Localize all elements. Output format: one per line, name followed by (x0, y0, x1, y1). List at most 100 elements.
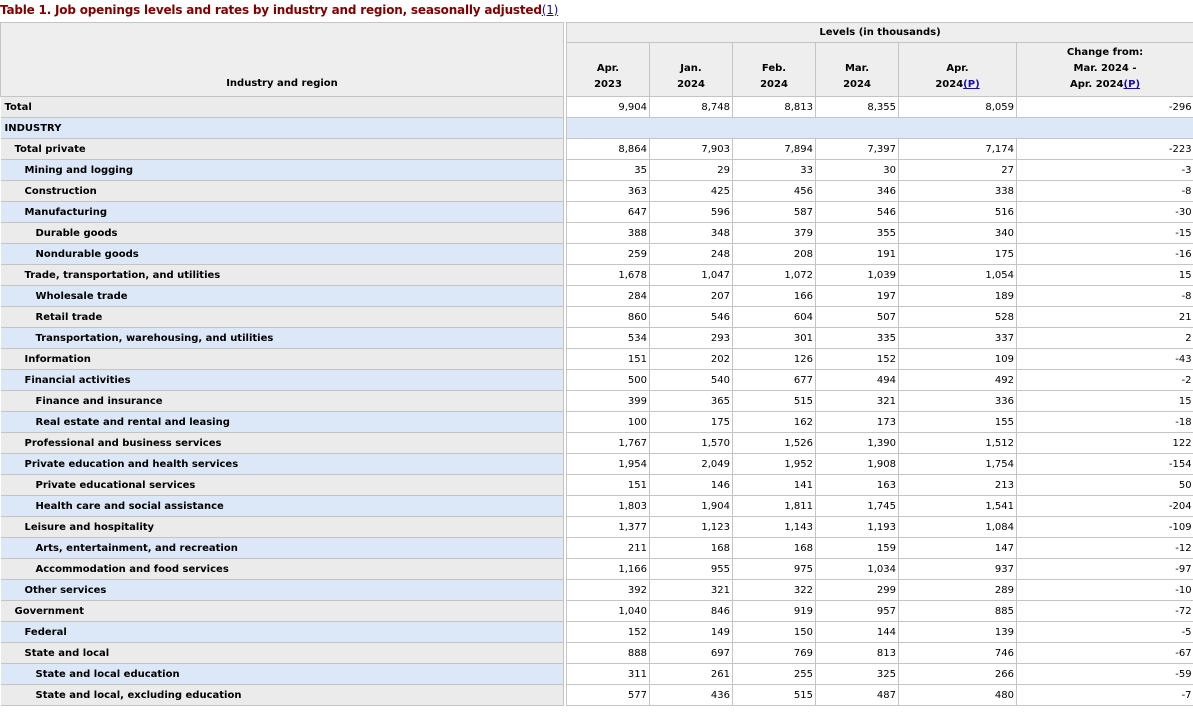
level-cell: 647 (566, 201, 650, 223)
level-cell: 213 (898, 474, 1017, 496)
row-label: Accommodation and food services (0, 558, 564, 580)
level-cell: 388 (566, 222, 650, 244)
level-cell: 1,954 (566, 453, 650, 475)
level-cell: 152 (566, 621, 650, 643)
row-label: Other services (0, 579, 564, 601)
level-cell: 151 (566, 348, 650, 370)
level-cell: 937 (898, 558, 1017, 580)
change-column-header: Change from: Mar. 2024 - Apr. 2024(P) (1015, 42, 1193, 97)
table-row: Private educational services 151 146 141 163… (0, 474, 1193, 496)
table-caption: Table 1. Job openings levels and rates b… (0, 3, 558, 20)
change-cell: -3 (1015, 159, 1193, 181)
job-openings-table: Industry and region Levels (in thousands… (0, 22, 1193, 706)
level-cell: 7,894 (732, 138, 816, 160)
level-cell: 168 (649, 537, 733, 559)
level-cell: 322 (732, 579, 816, 601)
levels-header: Levels (in thousands) (565, 22, 1193, 43)
level-cell: 155 (898, 411, 1017, 433)
level-cell: 2,049 (649, 453, 733, 475)
footnote-link[interactable]: (1) (542, 3, 559, 17)
level-cell: 888 (566, 642, 650, 664)
level-cell: 346 (815, 180, 899, 202)
level-cell: 8,813 (732, 96, 816, 118)
level-cell: 528 (898, 306, 1017, 328)
table-row: Accommodation and food services 1,166 955 9… (0, 558, 1193, 580)
change-cell: -43 (1015, 348, 1193, 370)
preliminary-footnote-link[interactable]: (P) (1124, 79, 1140, 90)
level-cell: 813 (815, 642, 899, 664)
column-header: Apr. 2023 (566, 42, 650, 97)
level-cell: 677 (732, 369, 816, 391)
table-row: Federal 152 149 150 144 139 -5 (0, 621, 1193, 643)
row-label: Total private (0, 138, 564, 160)
table-row: Retail trade 860 546 604 507 528 21 (0, 306, 1193, 328)
change-header-text: Mar. 2024 - (1073, 63, 1137, 74)
column-header: Apr. 2024(P) (898, 42, 1017, 97)
level-cell: 289 (898, 579, 1017, 601)
change-cell: -15 (1015, 222, 1193, 244)
level-cell: 266 (898, 663, 1017, 685)
change-cell: -10 (1015, 579, 1193, 601)
row-label: Retail trade (0, 306, 564, 328)
level-cell: 149 (649, 621, 733, 643)
level-cell: 1,084 (898, 516, 1017, 538)
row-label: State and local, excluding education (0, 684, 564, 706)
level-cell: 1,143 (732, 516, 816, 538)
level-cell: 355 (815, 222, 899, 244)
level-cell: 363 (566, 180, 650, 202)
row-label: Wholesale trade (0, 285, 564, 307)
change-cell: -204 (1015, 495, 1193, 517)
level-cell: 425 (649, 180, 733, 202)
level-cell: 1,072 (732, 264, 816, 286)
level-cell: 191 (815, 243, 899, 265)
level-cell: 1,166 (566, 558, 650, 580)
level-cell: 587 (732, 201, 816, 223)
level-cell: 150 (732, 621, 816, 643)
table-row: Construction 363 425 456 346 338 -8 (0, 180, 1193, 202)
row-label: Nondurable goods (0, 243, 564, 265)
row-label: Total (0, 96, 564, 118)
level-cell: 1,570 (649, 432, 733, 454)
level-cell: 168 (732, 537, 816, 559)
level-cell: 919 (732, 600, 816, 622)
level-cell: 335 (815, 327, 899, 349)
level-cell: 336 (898, 390, 1017, 412)
row-label: Private educational services (0, 474, 564, 496)
level-cell: 515 (732, 390, 816, 412)
row-label: Mining and logging (0, 159, 564, 181)
column-header-year: 2024 (760, 79, 788, 90)
row-label: INDUSTRY (0, 117, 564, 139)
change-cell: -67 (1015, 642, 1193, 664)
level-cell: 492 (898, 369, 1017, 391)
level-cell: 1,803 (566, 495, 650, 517)
level-cell: 1,193 (815, 516, 899, 538)
change-cell: -8 (1015, 285, 1193, 307)
level-cell: 8,748 (649, 96, 733, 118)
level-cell: 175 (649, 411, 733, 433)
table-row: Wholesale trade 284 207 166 197 189 -8 (0, 285, 1193, 307)
level-cell: 189 (898, 285, 1017, 307)
row-label: Financial activities (0, 369, 564, 391)
level-cell: 325 (815, 663, 899, 685)
level-cell: 456 (732, 180, 816, 202)
level-cell: 293 (649, 327, 733, 349)
level-cell: 261 (649, 663, 733, 685)
level-cell: 340 (898, 222, 1017, 244)
level-cell: 1,047 (649, 264, 733, 286)
table-row: Nondurable goods 259 248 208 191 175 -16 (0, 243, 1193, 265)
level-cell: 207 (649, 285, 733, 307)
change-cell: -2 (1015, 369, 1193, 391)
row-label: Finance and insurance (0, 390, 564, 412)
change-cell: -30 (1015, 201, 1193, 223)
change-cell: -72 (1015, 600, 1193, 622)
preliminary-footnote-link[interactable]: (P) (963, 79, 979, 90)
row-label: Federal (0, 621, 564, 643)
row-label: Trade, transportation, and utilities (0, 264, 564, 286)
level-cell: 1,541 (898, 495, 1017, 517)
change-header-text: Apr. 2024 (1070, 79, 1124, 90)
level-cell: 152 (815, 348, 899, 370)
level-cell: 151 (566, 474, 650, 496)
level-cell: 975 (732, 558, 816, 580)
column-header-year: 2024 (677, 79, 705, 90)
level-cell: 147 (898, 537, 1017, 559)
